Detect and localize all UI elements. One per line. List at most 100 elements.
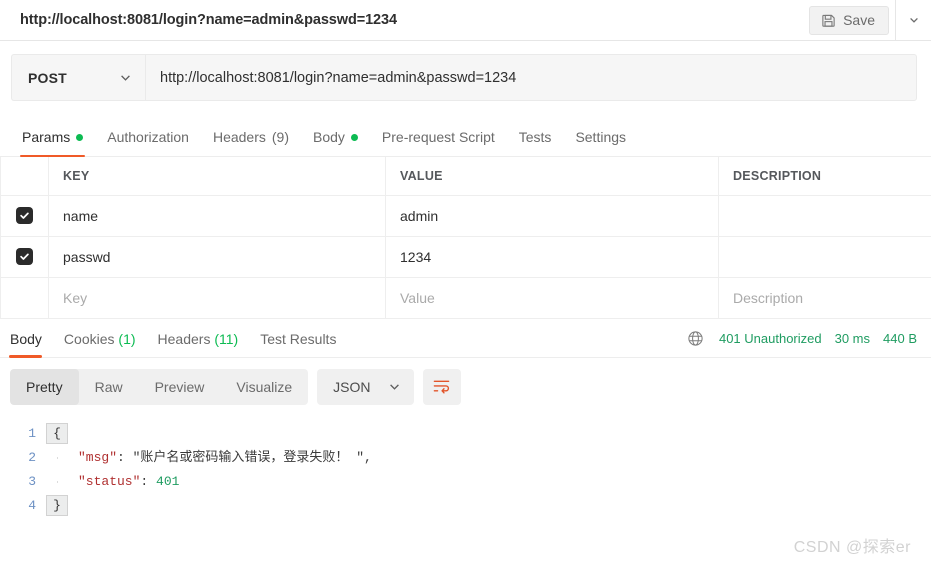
- param-description-cell[interactable]: [718, 195, 931, 237]
- floppy-disk-icon: [821, 13, 836, 28]
- tab-pre-request-script[interactable]: Pre-request Script: [370, 129, 507, 156]
- params-table: KEY VALUE DESCRIPTION name admin passwd …: [0, 157, 931, 319]
- tab-authorization[interactable]: Authorization: [95, 129, 201, 156]
- row-checkbox-cell[interactable]: [0, 236, 49, 278]
- response-tab-test-results[interactable]: Test Results: [249, 331, 347, 357]
- select-all-cell: [0, 157, 49, 196]
- response-meta: 401 Unauthorized 30 ms 440 B: [687, 330, 931, 357]
- response-tab-cookies-count: (1): [118, 330, 136, 347]
- checkmark-icon[interactable]: [16, 206, 33, 224]
- word-wrap-button[interactable]: [422, 368, 461, 405]
- line-number: 4: [28, 497, 36, 513]
- param-value-cell[interactable]: 1234: [385, 236, 719, 278]
- view-pretty-button[interactable]: Pretty: [10, 368, 79, 405]
- top-bar: http://localhost:8081/login?name=admin&p…: [0, 0, 931, 41]
- line-number: 3: [28, 473, 36, 489]
- body-modified-dot: [350, 133, 358, 141]
- response-tab-headers-count: (11): [214, 330, 239, 347]
- row-checkbox-cell[interactable]: [0, 195, 49, 237]
- response-tabs: Body Cookies (1) Headers (11) Test Resul…: [0, 319, 931, 358]
- tab-tests-label: Tests: [518, 129, 552, 145]
- param-key-text: name: [63, 207, 99, 224]
- code-line: 2 "msg": "账户名或密码输入错误，登录失败！ ",: [0, 446, 931, 470]
- param-key-cell[interactable]: name: [48, 195, 386, 237]
- column-header-value: VALUE: [385, 157, 719, 196]
- param-key-cell[interactable]: passwd: [48, 236, 386, 278]
- table-header-row: KEY VALUE DESCRIPTION: [0, 157, 931, 196]
- checkmark-icon[interactable]: [16, 247, 33, 265]
- response-tab-headers-label: Headers: [157, 330, 211, 347]
- response-tab-body[interactable]: Body: [0, 330, 53, 358]
- url-bar: POST http://localhost:8081/login?name=ad…: [0, 41, 931, 115]
- tab-pre-request-script-label: Pre-request Script: [381, 129, 495, 145]
- view-preview-button[interactable]: Preview: [139, 369, 221, 405]
- table-row: name admin: [0, 195, 931, 237]
- code-line: 4 }: [0, 494, 931, 518]
- chevron-down-icon: [388, 380, 401, 393]
- table-row-empty: Key Value Description: [0, 277, 931, 319]
- tab-headers[interactable]: Headers (9): [201, 129, 301, 156]
- request-title: http://localhost:8081/login?name=admin&p…: [20, 12, 397, 28]
- word-wrap-icon: [432, 378, 451, 395]
- tab-authorization-label: Authorization: [107, 129, 189, 145]
- response-view-switcher: Pretty Raw Preview Visualize: [10, 368, 309, 405]
- response-tab-cookies[interactable]: Cookies (1): [53, 331, 147, 357]
- column-header-description: DESCRIPTION: [718, 157, 931, 196]
- response-status[interactable]: 401 Unauthorized: [719, 331, 822, 346]
- watermark: CSDN @探索er: [793, 539, 911, 556]
- request-tabs: Params Authorization Headers (9) Body Pr…: [0, 115, 931, 157]
- code-line-text: "status": 401: [78, 473, 180, 489]
- response-size[interactable]: 440 B: [883, 331, 917, 346]
- save-label: Save: [843, 12, 875, 28]
- response-format-label: JSON: [333, 378, 371, 395]
- param-description-cell-empty[interactable]: Description: [718, 277, 931, 319]
- tab-headers-label: Headers: [212, 129, 266, 145]
- param-description-cell[interactable]: [718, 236, 931, 278]
- chevron-down-icon: [119, 71, 132, 84]
- code-line: 1 {: [0, 422, 931, 446]
- tab-body-label: Body: [313, 129, 345, 145]
- param-value-cell-empty[interactable]: Value: [385, 277, 719, 319]
- line-number: 1: [28, 425, 36, 441]
- chevron-down-icon: [908, 14, 920, 26]
- save-button[interactable]: Save: [809, 5, 889, 35]
- param-value-cell[interactable]: admin: [385, 195, 719, 237]
- response-format-select[interactable]: JSON: [317, 368, 414, 405]
- view-raw-button[interactable]: Raw: [79, 369, 139, 405]
- code-line: 3 "status": 401: [0, 470, 931, 494]
- response-tab-headers[interactable]: Headers (11): [147, 331, 250, 357]
- globe-icon: [687, 330, 704, 347]
- tab-settings[interactable]: Settings: [563, 129, 638, 156]
- param-value-text: 1234: [400, 248, 432, 265]
- table-row: passwd 1234: [0, 236, 931, 278]
- tab-body[interactable]: Body: [301, 129, 370, 156]
- tab-settings-label: Settings: [575, 129, 627, 145]
- save-options-button[interactable]: [895, 0, 931, 40]
- response-body-code[interactable]: 1 { 2 "msg": "账户名或密码输入错误，登录失败！ ", 3 "sta…: [0, 416, 931, 518]
- row-checkbox-cell-empty[interactable]: [0, 277, 49, 319]
- response-tab-cookies-label: Cookies: [63, 330, 115, 347]
- response-time[interactable]: 30 ms: [835, 331, 870, 346]
- http-method-label: POST: [28, 69, 67, 86]
- response-tab-test-results-label: Test Results: [260, 330, 337, 347]
- line-number: 2: [28, 449, 36, 465]
- http-method-select[interactable]: POST: [11, 54, 145, 101]
- column-header-key: KEY: [48, 157, 386, 196]
- response-tab-body-label: Body: [10, 330, 42, 347]
- url-input[interactable]: http://localhost:8081/login?name=admin&p…: [145, 54, 917, 101]
- param-key-cell-empty[interactable]: Key: [48, 277, 386, 319]
- code-fold-brace[interactable]: {: [46, 423, 68, 444]
- tab-params[interactable]: Params: [10, 129, 95, 157]
- tab-params-label: Params: [22, 129, 71, 145]
- response-toolbar: Pretty Raw Preview Visualize JSON: [0, 358, 931, 416]
- param-key-text: passwd: [63, 248, 111, 265]
- top-bar-actions: Save: [809, 0, 931, 40]
- code-fold-brace[interactable]: }: [46, 495, 68, 516]
- tab-headers-count: (9): [271, 129, 289, 145]
- param-value-placeholder: Value: [400, 289, 435, 306]
- tab-tests[interactable]: Tests: [507, 129, 564, 156]
- param-key-placeholder: Key: [63, 289, 88, 306]
- code-line-text: "msg": "账户名或密码输入错误，登录失败！ ",: [78, 449, 372, 465]
- view-visualize-button[interactable]: Visualize: [220, 369, 308, 405]
- params-modified-dot: [76, 133, 84, 141]
